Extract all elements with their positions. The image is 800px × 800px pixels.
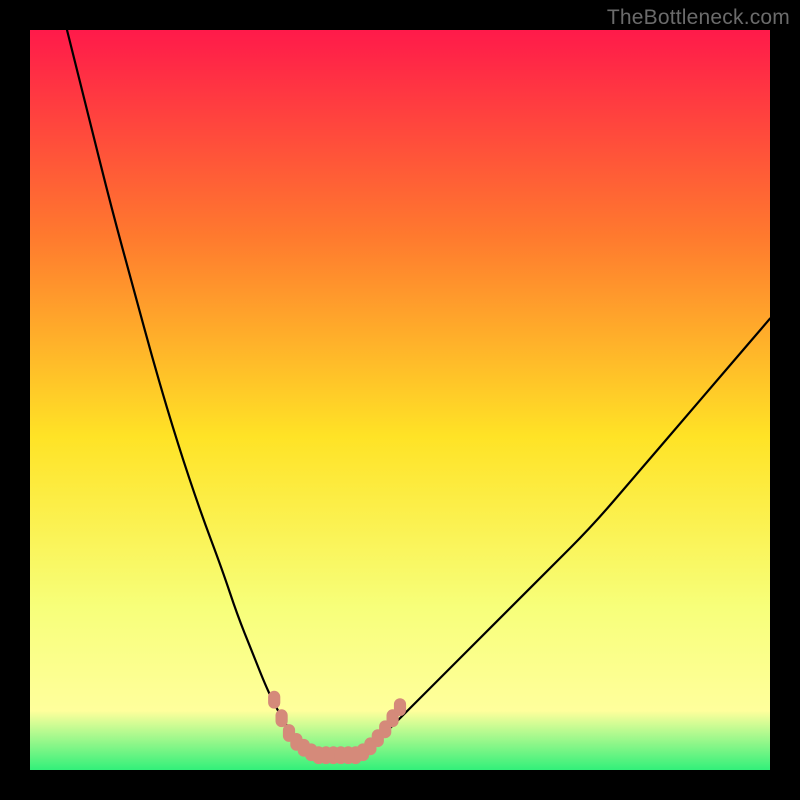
bottleneck-marker: [276, 710, 287, 727]
bottleneck-marker: [269, 691, 280, 708]
chart-svg: [30, 30, 770, 770]
bottleneck-marker: [394, 699, 405, 716]
chart-plot: [30, 30, 770, 770]
chart-frame: TheBottleneck.com: [0, 0, 800, 800]
gradient-background: [30, 30, 770, 770]
watermark-text: TheBottleneck.com: [607, 6, 790, 30]
